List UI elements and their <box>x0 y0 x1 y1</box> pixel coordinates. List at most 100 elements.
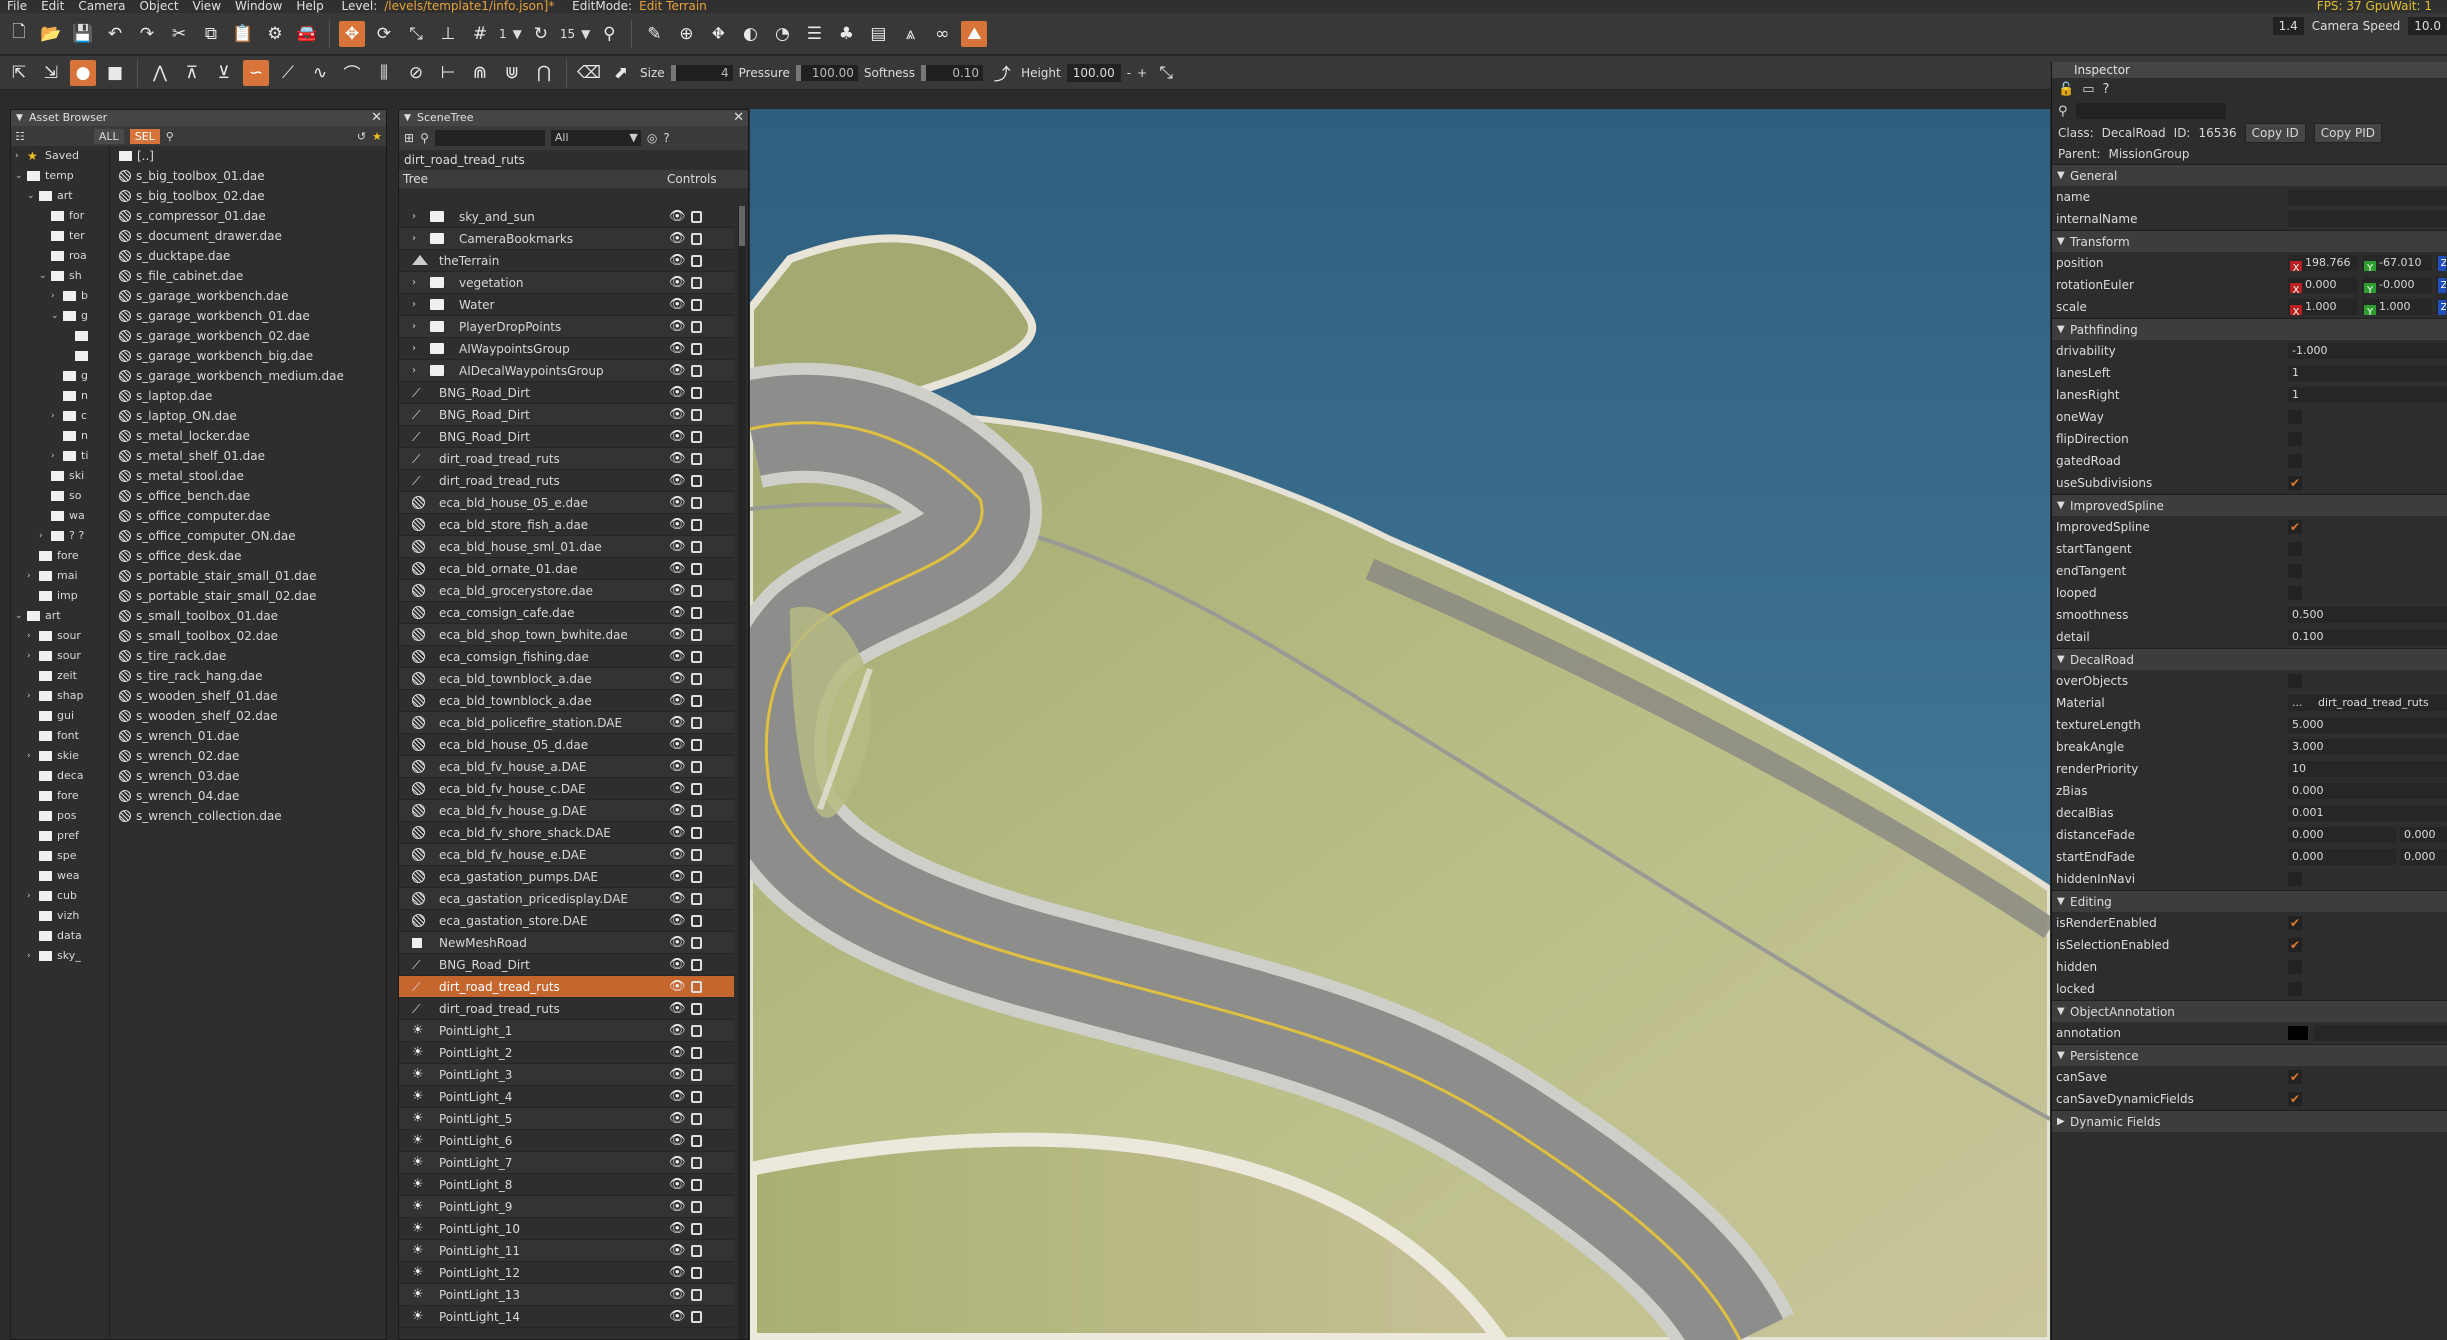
lock-icon[interactable] <box>691 343 702 355</box>
visibility-eye-icon[interactable]: 👁 <box>669 294 686 316</box>
road-architect-icon[interactable]: ⩓ <box>897 21 923 47</box>
visibility-eye-icon[interactable]: 👁 <box>669 976 686 998</box>
lock-icon[interactable] <box>691 1025 702 1037</box>
scene-tree-row[interactable]: ☀ PointLight_7 👁 <box>399 1152 734 1174</box>
checkbox[interactable] <box>2288 410 2302 424</box>
visibility-eye-icon[interactable]: 👁 <box>669 1064 686 1086</box>
lock-icon[interactable] <box>691 563 702 575</box>
checkbox[interactable] <box>2288 982 2302 996</box>
scene-tree-row[interactable]: ☀ PointLight_13 👁 <box>399 1284 734 1306</box>
checkbox[interactable] <box>2288 872 2302 886</box>
expanded-arrow-icon[interactable]: ▼ <box>2057 649 2065 671</box>
folder-tree-item[interactable]: spe <box>11 846 109 866</box>
smooth-icon[interactable]: ∽ <box>243 59 269 86</box>
file-list-item[interactable]: s_metal_stool.dae <box>119 466 386 486</box>
scene-tree-row[interactable]: eca_bld_fv_house_a.DAE 👁 <box>399 756 734 778</box>
terrain-paint-icon[interactable]: ▤ <box>865 21 891 47</box>
scene-tree-row[interactable]: eca_bld_fv_house_g.DAE 👁 <box>399 800 734 822</box>
visibility-eye-icon[interactable]: 👁 <box>669 800 686 822</box>
expand-arrow-icon[interactable]: › <box>51 406 55 426</box>
file-list-item[interactable]: s_garage_workbench_01.dae <box>119 306 386 326</box>
folder-tree-item[interactable]: ter <box>11 226 109 246</box>
translate-gizmo-icon[interactable]: ✥ <box>339 20 365 47</box>
scrollbar-thumb[interactable] <box>739 206 745 246</box>
visibility-eye-icon[interactable]: 👁 <box>669 558 686 580</box>
expand-arrow-icon[interactable]: ⌄ <box>27 186 35 206</box>
folder-tree-item[interactable]: gui <box>11 706 109 726</box>
pencil-icon[interactable]: ✎ <box>641 21 667 47</box>
visibility-eye-icon[interactable]: 👁 <box>669 866 686 888</box>
expanded-arrow-icon[interactable]: ▼ <box>2057 495 2065 517</box>
lock-icon[interactable] <box>691 1091 702 1103</box>
file-list-item[interactable]: s_big_toolbox_02.dae <box>119 186 386 206</box>
menu-window[interactable]: Window <box>228 0 289 13</box>
lock-icon[interactable] <box>691 299 702 311</box>
brush-square-icon[interactable]: ■ <box>102 60 128 86</box>
expand-arrow-icon[interactable]: › <box>412 338 416 360</box>
expand-arrow-icon[interactable]: ⌄ <box>15 606 23 626</box>
mesh-road-icon[interactable]: ◔ <box>769 21 795 47</box>
new-file-icon[interactable]: 🗋 <box>6 21 32 47</box>
file-list-item[interactable]: s_office_computer_ON.dae <box>119 526 386 546</box>
copy-icon[interactable]: ⧉ <box>198 21 224 47</box>
section-persistence[interactable]: ▼ Persistence <box>2052 1044 2447 1066</box>
visibility-eye-icon[interactable]: 👁 <box>669 1196 686 1218</box>
scene-tree-row[interactable]: ⟋ BNG_Road_Dirt 👁 <box>399 426 734 448</box>
expanded-arrow-icon[interactable]: ▼ <box>2057 165 2065 187</box>
visibility-eye-icon[interactable]: 👁 <box>669 514 686 536</box>
favorite-star-icon[interactable]: ★ <box>372 130 382 143</box>
scene-tree-row[interactable]: eca_bld_house_05_e.dae 👁 <box>399 492 734 514</box>
folder-tree-item[interactable]: ⌄ art <box>11 606 109 626</box>
scene-tree-row[interactable]: eca_bld_house_05_d.dae 👁 <box>399 734 734 756</box>
folder-tree-item[interactable]: › b <box>11 286 109 306</box>
noise-icon[interactable]: ∿ <box>307 60 333 86</box>
y-component[interactable]: Y -0.000 <box>2362 277 2432 293</box>
scene-tree-row[interactable]: eca_bld_fv_house_c.DAE 👁 <box>399 778 734 800</box>
visibility-eye-icon[interactable]: 👁 <box>669 316 686 338</box>
reset-icon[interactable]: ⤡ <box>1153 60 1179 86</box>
lock-icon[interactable] <box>691 783 702 795</box>
folder-tree-item[interactable]: › sour <box>11 626 109 646</box>
visibility-eye-icon[interactable]: 👁 <box>669 1218 686 1240</box>
folder-tree-item[interactable]: › ★ Saved <box>11 146 109 166</box>
file-list-item[interactable]: s_small_toolbox_02.dae <box>119 626 386 646</box>
section-objectannotation[interactable]: ▼ ObjectAnnotation <box>2052 1000 2447 1022</box>
browse-button[interactable]: ... <box>2292 695 2310 711</box>
scene-tree-scrollbar[interactable] <box>738 206 746 1339</box>
file-list-item[interactable]: s_portable_stair_small_02.dae <box>119 586 386 606</box>
file-list-item[interactable]: s_wrench_01.dae <box>119 726 386 746</box>
file-list-item[interactable]: s_portable_stair_small_01.dae <box>119 566 386 586</box>
search-icon[interactable]: ⚲ <box>420 131 429 145</box>
visibility-eye-icon[interactable]: 👁 <box>669 1306 686 1328</box>
section-general[interactable]: ▼ General <box>2052 164 2447 186</box>
visibility-eye-icon[interactable]: 👁 <box>669 1042 686 1064</box>
lock-icon[interactable] <box>691 1135 702 1147</box>
scene-tree-row[interactable]: ⟋ BNG_Road_Dirt 👁 <box>399 382 734 404</box>
scene-tree-row[interactable]: ☀ PointLight_8 👁 <box>399 1174 734 1196</box>
file-list-item[interactable]: [..] <box>119 146 386 166</box>
visibility-eye-icon[interactable]: 👁 <box>669 448 686 470</box>
transform-icon[interactable]: ⇲ <box>38 60 64 86</box>
folder-tree-item[interactable]: for <box>11 206 109 226</box>
scale-gizmo-icon[interactable]: ⤡ <box>403 21 429 47</box>
lock-icon[interactable] <box>691 981 702 993</box>
scene-tree-row[interactable]: eca_bld_grocerystore.dae 👁 <box>399 580 734 602</box>
expand-arrow-icon[interactable]: › <box>27 626 31 646</box>
checkbox[interactable]: ✔ <box>2288 916 2302 930</box>
close-icon[interactable]: ✕ <box>733 110 744 126</box>
visibility-eye-icon[interactable]: 👁 <box>669 822 686 844</box>
help-icon[interactable]: ? <box>663 131 669 145</box>
folder-tree-item[interactable]: › skie <box>11 746 109 766</box>
panel-collapse-icon[interactable]: ▼ <box>404 110 411 126</box>
folder-tree-item[interactable] <box>11 346 109 366</box>
section-improvedspline[interactable]: ▼ ImprovedSpline <box>2052 494 2447 516</box>
filter-all-button[interactable]: ALL <box>93 128 124 144</box>
visibility-eye-icon[interactable]: 👁 <box>669 646 686 668</box>
expanded-arrow-icon[interactable]: ▼ <box>2057 1045 2065 1067</box>
snap-height-icon[interactable]: ⊥ <box>435 21 461 47</box>
scene-tree-row[interactable]: eca_comsign_fishing.dae 👁 <box>399 646 734 668</box>
open-folder-icon[interactable]: 📂 <box>38 21 64 47</box>
mound-icon[interactable]: ⋂ <box>531 60 557 86</box>
vehicle-icon[interactable]: 🚘 <box>294 21 320 47</box>
close-icon[interactable]: ✕ <box>371 110 382 126</box>
